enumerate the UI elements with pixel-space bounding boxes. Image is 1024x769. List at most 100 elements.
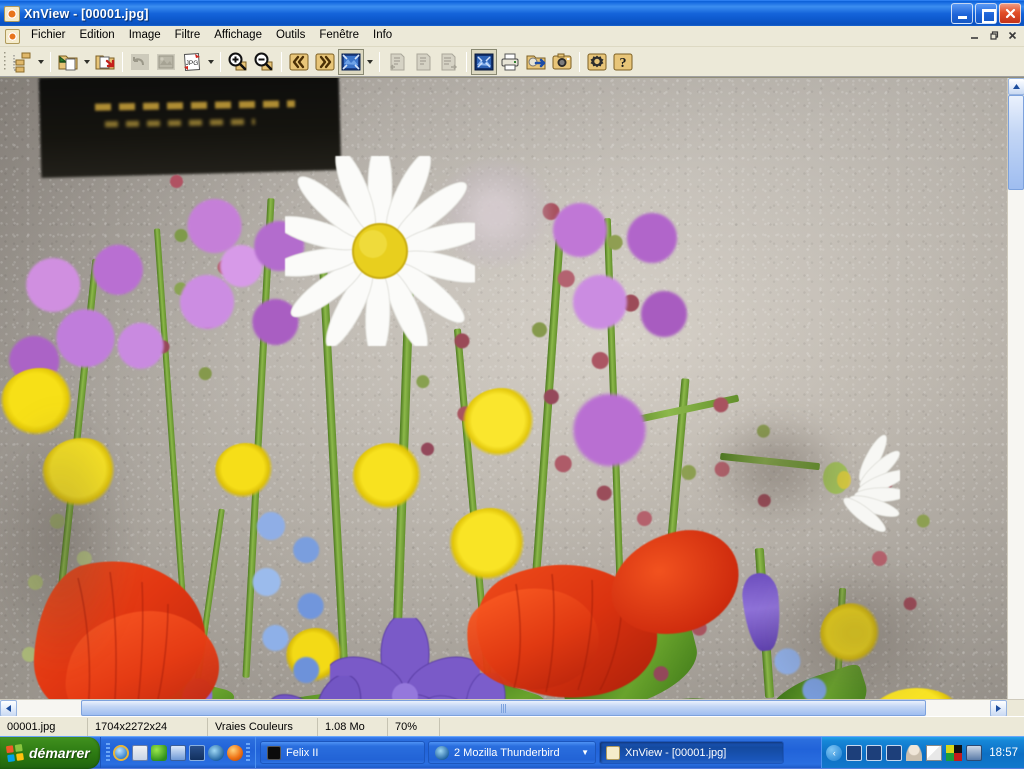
- minimize-button[interactable]: [951, 3, 973, 24]
- help-button[interactable]: ?: [610, 49, 636, 75]
- show-desktop-icon[interactable]: [189, 745, 205, 761]
- chevron-left-icon: [6, 705, 11, 712]
- task-button-xnview[interactable]: XnView - [00001.jpg]: [599, 741, 784, 764]
- mdi-restore-button[interactable]: [985, 28, 1001, 43]
- menu-item-image[interactable]: Image: [122, 27, 168, 46]
- menu-item-filtre[interactable]: Filtre: [168, 27, 208, 46]
- yellow-buttercup: [215, 443, 277, 499]
- fullscreen-icon: [340, 51, 362, 73]
- network-activity-icon[interactable]: [966, 745, 982, 761]
- horizontal-scrollbar[interactable]: [0, 699, 1024, 716]
- task-button-list: Felix II 2 Mozilla Thunderbird ▼ XnView …: [256, 737, 821, 768]
- previous-image-button[interactable]: [286, 49, 312, 75]
- chevron-up-icon: [1013, 84, 1020, 89]
- task-button-felix[interactable]: Felix II: [260, 741, 425, 764]
- start-button[interactable]: démarrer: [0, 737, 100, 769]
- monitor-icon-1[interactable]: [846, 745, 862, 761]
- toolbar-separator: [579, 52, 580, 72]
- quick-launch-grip[interactable]: [106, 743, 110, 763]
- options-button[interactable]: [584, 49, 610, 75]
- toolbar-separator: [50, 52, 51, 72]
- vertical-scroll-thumb[interactable]: [1008, 95, 1024, 190]
- task-button-thunderbird[interactable]: 2 Mozilla Thunderbird ▼: [428, 741, 596, 764]
- browser-button[interactable]: [9, 49, 35, 75]
- menu-item-fichier[interactable]: Fichier: [24, 27, 73, 46]
- fullscreen-button[interactable]: [338, 49, 364, 75]
- taskbar-grip[interactable]: [246, 743, 250, 763]
- open-button[interactable]: [55, 49, 81, 75]
- scroll-up-button[interactable]: [1008, 78, 1024, 95]
- mdi-close-button[interactable]: [1004, 28, 1020, 43]
- close-button[interactable]: [999, 3, 1021, 24]
- save-button[interactable]: [92, 49, 118, 75]
- wall-shadow: [760, 558, 950, 699]
- scroll-right-button[interactable]: [990, 700, 1007, 716]
- campanula-svg: [262, 676, 392, 699]
- convert-icon: [525, 51, 547, 73]
- printer-icon: [499, 51, 521, 73]
- menu-item-outils[interactable]: Outils: [269, 27, 312, 46]
- scrollbar-corner: [1007, 700, 1024, 716]
- firefox-icon[interactable]: [227, 745, 243, 761]
- next-image-button[interactable]: [312, 49, 338, 75]
- quick-launch-bar: [100, 737, 256, 768]
- batch-convert-button[interactable]: [523, 49, 549, 75]
- image-row: [0, 78, 1024, 699]
- zone-alarm-icon[interactable]: [926, 745, 942, 761]
- msn-messenger-icon[interactable]: [151, 745, 167, 761]
- slideshow-icon: [473, 51, 495, 73]
- xnview-icon[interactable]: [4, 6, 20, 22]
- menu-item-affichage[interactable]: Affichage: [207, 27, 269, 46]
- chevron-down-icon[interactable]: ▼: [576, 748, 589, 757]
- print-button[interactable]: [497, 49, 523, 75]
- menu-item-edition[interactable]: Edition: [73, 27, 122, 46]
- white-daisy-flower: [285, 156, 475, 346]
- vertical-scroll-track[interactable]: [1008, 190, 1024, 699]
- browser-dropdown-arrow[interactable]: [35, 49, 46, 75]
- internet-explorer-icon[interactable]: [113, 745, 129, 761]
- monitor-icon-3[interactable]: [886, 745, 902, 761]
- daisy-svg: [285, 156, 475, 346]
- slideshow-button[interactable]: [471, 49, 497, 75]
- fullscreen-dropdown-arrow[interactable]: [364, 49, 375, 75]
- vertical-scrollbar[interactable]: [1007, 78, 1024, 699]
- jpeg-dropdown-arrow[interactable]: [205, 49, 216, 75]
- mdi-document-icon[interactable]: [5, 29, 20, 44]
- wildflower-bouquet-photograph[interactable]: [0, 78, 1007, 699]
- window-title-bar[interactable]: XnView - [00001.jpg]: [0, 0, 1024, 26]
- horizontal-scroll-thumb[interactable]: [81, 700, 926, 716]
- zoom-out-button[interactable]: [251, 49, 277, 75]
- chevron-right-icon: [996, 705, 1001, 712]
- screen-capture-button[interactable]: [549, 49, 575, 75]
- menu-item-fenetre[interactable]: Fenêtre: [312, 27, 366, 46]
- horizontal-scroll-track-right[interactable]: [926, 700, 990, 716]
- user-account-icon[interactable]: [906, 745, 922, 761]
- open-dropdown-arrow[interactable]: [81, 49, 92, 75]
- xnview-main-window: XnView - [00001.jpg] Fichier Edition Ima…: [0, 0, 1024, 736]
- menu-item-info[interactable]: Info: [366, 27, 399, 46]
- status-bar: 00001.jpg 1704x2272x24 Vraies Couleurs 1…: [0, 716, 1024, 736]
- camera-icon: [551, 51, 573, 73]
- mdi-minimize-button[interactable]: [966, 28, 982, 43]
- wall-shadow: [700, 408, 850, 528]
- monitor-icon-2[interactable]: [866, 745, 882, 761]
- toolbar-separator: [220, 52, 221, 72]
- zoom-out-icon: [253, 51, 275, 73]
- tray-expand-button[interactable]: ‹: [826, 745, 842, 761]
- jpeg-lossless-button[interactable]: JPG: [179, 49, 205, 75]
- horizontal-scroll-track-left[interactable]: [17, 700, 81, 716]
- purple-campanula-flower: [262, 676, 392, 699]
- color-squares-icon[interactable]: [946, 745, 962, 761]
- scroll-left-button[interactable]: [0, 700, 17, 716]
- outlook-icon[interactable]: [170, 745, 186, 761]
- image-viewport[interactable]: [0, 78, 1007, 699]
- restore-button[interactable]: [975, 3, 997, 24]
- restore-icon: [988, 30, 999, 41]
- thunderbird-icon[interactable]: [208, 745, 224, 761]
- outlook-express-icon[interactable]: [132, 745, 148, 761]
- window-controls: [951, 3, 1021, 24]
- thunderbird-icon: [435, 746, 449, 760]
- taskbar-clock[interactable]: 18:57: [986, 747, 1018, 759]
- zoom-in-button[interactable]: [225, 49, 251, 75]
- status-filename: 00001.jpg: [0, 718, 88, 736]
